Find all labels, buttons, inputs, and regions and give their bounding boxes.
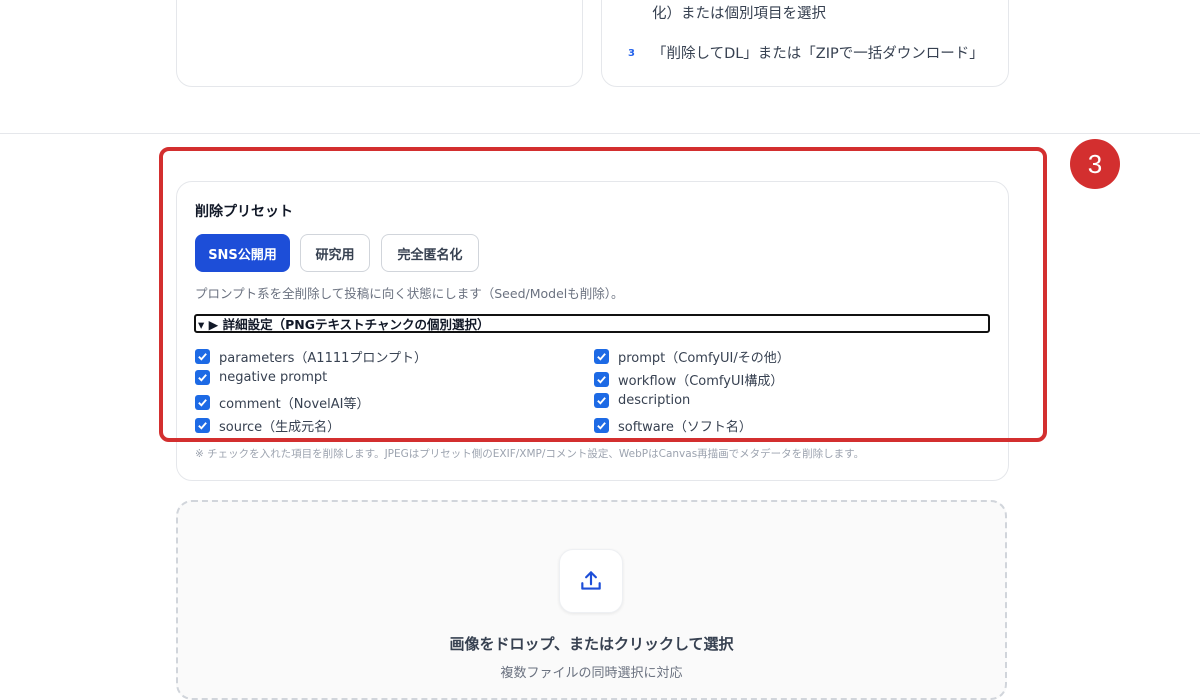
dropzone-title: 画像をドロップ、またはクリックして選択 xyxy=(449,635,734,653)
upload-arrow-icon xyxy=(581,571,601,590)
details-toggle[interactable]: ▾ ▶ 詳細設定（PNGテキストチャンクの個別選択） xyxy=(194,314,990,333)
checkbox-label: software（ソフト名） xyxy=(618,420,752,435)
info-card-right: 2 プリセット選択（SNS公開用 / 研究用 / 完全匿名化）または個別項目を選… xyxy=(601,0,1009,87)
preset-section-title: 削除プリセット xyxy=(195,204,293,220)
checkbox-label: source（生成元名） xyxy=(219,420,341,435)
preset-description: プロンプト系を全削除して投稿に向く状態にします（Seed/Modelも削除）。 xyxy=(195,286,624,301)
checkbox-label: parameters（A1111プロンプト） xyxy=(219,351,427,366)
checkbox-workflow[interactable]: workflow（ComfyUI構成） xyxy=(594,370,783,389)
checkbox-checked-icon[interactable] xyxy=(195,370,210,385)
step-text: 「削除してDL」または「ZIPで一括ダウンロード」 xyxy=(652,46,984,62)
step-number: 3 xyxy=(628,48,635,59)
checkbox-comment[interactable]: comment（NovelAI等） xyxy=(195,393,369,412)
details-note: ※ チェックを入れた項目を削除します。JPEGはプリセット側のEXIF/XMP/… xyxy=(195,448,865,460)
annotation-step-badge: 3 xyxy=(1070,139,1120,189)
checkbox-label: workflow（ComfyUI構成） xyxy=(618,374,784,389)
checkbox-description[interactable]: description xyxy=(594,393,690,408)
preset-button-anonymize[interactable]: 完全匿名化 xyxy=(381,234,479,272)
preset-button-sns[interactable]: SNS公開用 xyxy=(195,234,290,272)
checkbox-checked-icon[interactable] xyxy=(594,372,609,387)
checkbox-label: negative prompt xyxy=(219,370,328,385)
checkbox-checked-icon[interactable] xyxy=(594,349,609,364)
checkbox-label: description xyxy=(618,393,691,408)
details-summary-label: ▾ ▶ 詳細設定（PNGテキストチャンクの個別選択） xyxy=(198,317,490,332)
step-text: プリセット選択（SNS公開用 / 研究用 / 完全匿名化）または個別項目を選択 xyxy=(652,6,826,22)
step-item-3: 3 「削除してDL」または「ZIPで一括ダウンロード」 xyxy=(628,43,984,65)
upload-icon[interactable] xyxy=(559,549,623,613)
step-item-2: 2 プリセット選択（SNS公開用 / 研究用 / 完全匿名化）または個別項目を選… xyxy=(628,0,982,25)
checkbox-source[interactable]: source（生成元名） xyxy=(195,416,340,435)
checkbox-checked-icon[interactable] xyxy=(594,393,609,408)
checkbox-checked-icon[interactable] xyxy=(594,418,609,433)
checkbox-prompt[interactable]: prompt（ComfyUI/その他） xyxy=(594,347,790,366)
checkbox-label: comment（NovelAI等） xyxy=(219,397,370,412)
checkbox-negative-prompt[interactable]: negative prompt xyxy=(195,370,327,385)
info-card-left xyxy=(176,0,583,87)
preset-button-research[interactable]: 研究用 xyxy=(300,234,370,272)
checkbox-parameters[interactable]: parameters（A1111プロンプト） xyxy=(195,347,427,366)
checkbox-checked-icon[interactable] xyxy=(195,395,210,410)
checkbox-software[interactable]: software（ソフト名） xyxy=(594,416,752,435)
checkbox-checked-icon[interactable] xyxy=(195,418,210,433)
checkbox-checked-icon[interactable] xyxy=(195,349,210,364)
dropzone-subtitle: 複数ファイルの同時選択に対応 xyxy=(500,666,683,681)
checkbox-label: prompt（ComfyUI/その他） xyxy=(618,351,790,366)
section-divider xyxy=(0,133,1200,134)
